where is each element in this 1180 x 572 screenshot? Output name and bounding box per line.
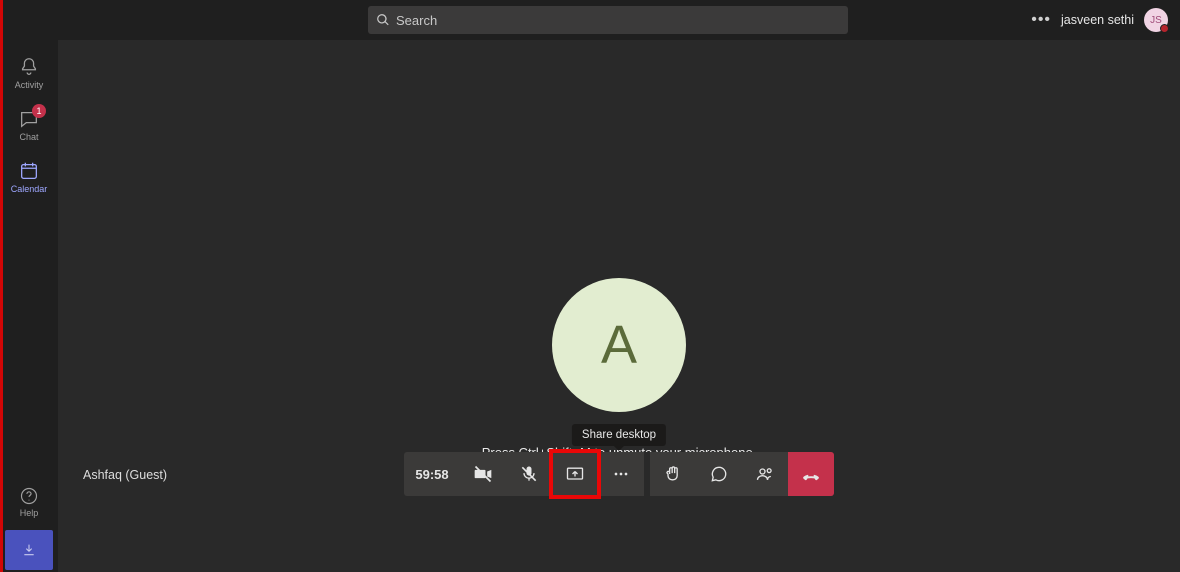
chat-bubble-icon [709, 464, 729, 484]
nav-calendar[interactable]: Calendar [0, 154, 58, 200]
left-nav: Activity 1 Chat Calendar Help [0, 40, 58, 572]
share-desktop-button[interactable] [552, 452, 598, 496]
remote-participant-initial: A [601, 314, 637, 376]
raise-hand-button[interactable] [650, 452, 696, 496]
hangup-icon [801, 464, 821, 484]
share-screen-icon [565, 464, 585, 484]
nav-help[interactable]: Help [0, 480, 58, 524]
nav-activity-label: Activity [15, 80, 44, 90]
calendar-icon [18, 160, 40, 182]
participants-button[interactable] [742, 452, 788, 496]
recording-left-edge [0, 0, 3, 572]
download-icon [21, 542, 37, 558]
mic-toggle-button[interactable] [506, 452, 552, 496]
bell-icon [18, 56, 40, 78]
people-icon [755, 464, 775, 484]
camera-off-icon [473, 464, 493, 484]
search-input[interactable]: Search [368, 6, 848, 34]
camera-toggle-button[interactable] [460, 452, 506, 496]
nav-activity[interactable]: Activity [0, 50, 58, 96]
search-placeholder: Search [396, 13, 437, 28]
presence-indicator [1160, 24, 1169, 33]
nav-help-label: Help [20, 508, 39, 518]
nav-chat[interactable]: 1 Chat [0, 102, 58, 148]
mic-off-icon [519, 464, 539, 484]
ellipsis-icon [611, 464, 631, 484]
remote-participant-avatar: A [552, 278, 686, 412]
current-user-name: jasveen sethi [1061, 13, 1134, 27]
help-icon [19, 486, 39, 506]
chat-panel-button[interactable] [696, 452, 742, 496]
share-tooltip: Share desktop [572, 424, 666, 446]
more-options-button[interactable]: ••• [1031, 11, 1051, 29]
user-avatar[interactable]: JS [1144, 8, 1168, 32]
meeting-toolbar: 59:58 [404, 452, 834, 496]
more-actions-button[interactable] [598, 452, 644, 496]
nav-calendar-label: Calendar [11, 184, 48, 194]
chat-badge: 1 [32, 104, 46, 118]
top-bar: Search ••• jasveen sethi JS [0, 0, 1180, 40]
hangup-button[interactable] [788, 452, 834, 496]
nav-chat-label: Chat [19, 132, 38, 142]
user-avatar-initials: JS [1150, 15, 1162, 26]
meeting-stage: A Share desktop Press Ctrl+Shift+M to un… [58, 40, 1180, 572]
call-timer: 59:58 [404, 452, 460, 496]
top-right-cluster: ••• jasveen sethi JS [1031, 0, 1168, 40]
hand-icon [663, 464, 683, 484]
download-button[interactable] [5, 530, 53, 570]
search-icon [376, 13, 390, 27]
remote-participant-name: Ashfaq (Guest) [83, 468, 167, 482]
